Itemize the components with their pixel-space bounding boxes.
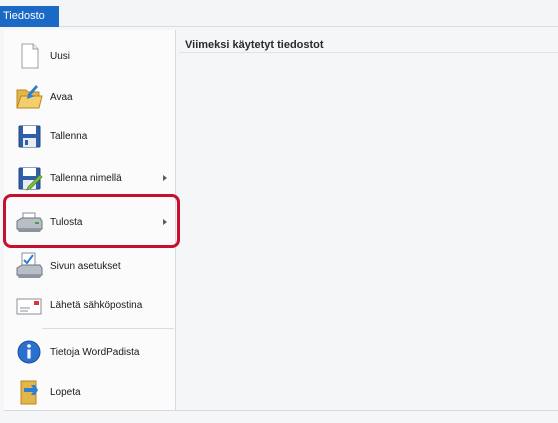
page-setup-icon — [16, 252, 43, 278]
info-icon — [17, 340, 41, 364]
menu-item-label: Lähetä sähköpostina — [50, 299, 143, 311]
recent-files-pane: Viimeksi käytetyt tiedostot — [177, 30, 558, 410]
file-tab[interactable]: Tiedosto — [0, 6, 59, 27]
menu-item-exit[interactable]: Lopeta — [4, 372, 174, 412]
menu-item-label: Tietoja WordPadista — [50, 346, 140, 358]
new-document-icon — [21, 43, 39, 69]
menu-item-new[interactable]: Uusi — [4, 36, 174, 76]
print-highlight-box — [3, 194, 180, 248]
save-as-icon — [18, 167, 43, 191]
recent-files-divider — [179, 52, 558, 53]
bottom-border — [4, 410, 558, 411]
menu-separator — [42, 328, 174, 329]
menu-item-open[interactable]: Avaa — [4, 77, 174, 117]
open-folder-icon — [16, 85, 43, 109]
menu-item-save-as[interactable]: Tallenna nimellä — [4, 158, 174, 198]
menu-item-label: Tallenna nimellä — [50, 172, 122, 184]
email-envelope-icon — [16, 298, 42, 315]
save-disk-icon — [18, 125, 41, 148]
exit-icon — [20, 380, 38, 405]
menu-item-page-setup[interactable]: Sivun asetukset — [4, 246, 174, 286]
menu-item-send-email[interactable]: Lähetä sähköpostina — [4, 285, 174, 325]
title-bar: Tiedosto — [0, 0, 558, 27]
recent-files-title: Viimeksi käytetyt tiedostot — [185, 39, 324, 51]
menu-item-label: Avaa — [50, 91, 73, 103]
menu-item-label: Uusi — [50, 50, 71, 62]
menu-item-label: Sivun asetukset — [50, 260, 121, 272]
menu-item-save[interactable]: Tallenna — [4, 116, 174, 156]
menu-item-label: Lopeta — [50, 386, 81, 398]
menu-item-about[interactable]: Tietoja WordPadista — [4, 332, 174, 372]
menu-item-label: Tallenna — [50, 130, 88, 142]
submenu-arrow-icon — [163, 175, 167, 181]
